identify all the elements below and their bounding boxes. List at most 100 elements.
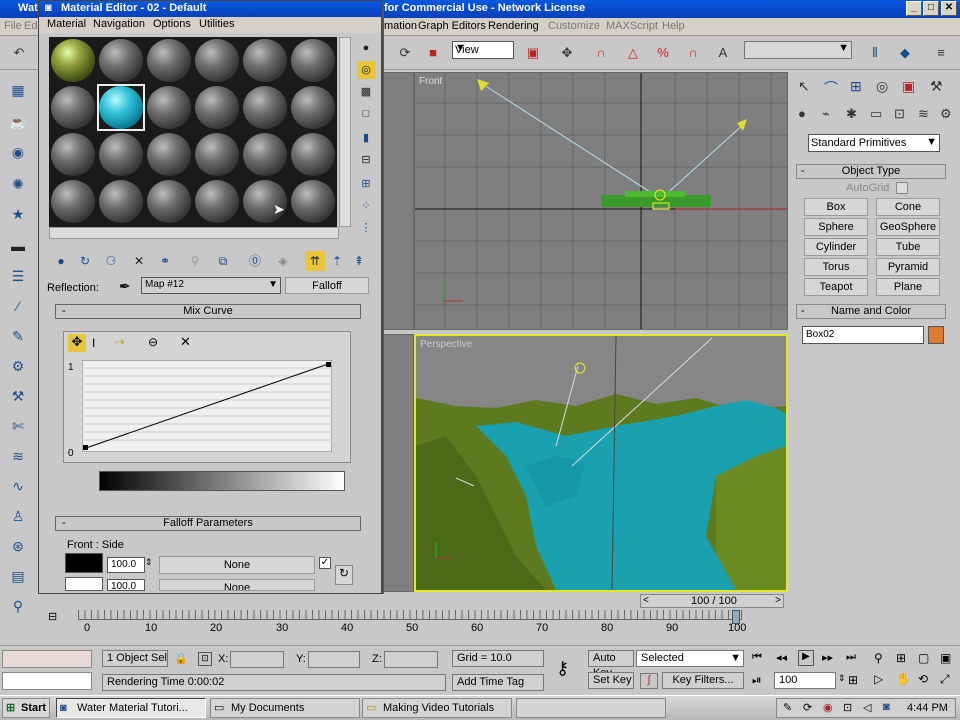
show-end-result-icon[interactable]: ⇈ [305, 251, 325, 271]
warp-icon[interactable]: ∿ [8, 478, 28, 498]
sample-slot-10[interactable] [195, 86, 239, 129]
front-amount-input[interactable]: 100.0 [107, 557, 145, 573]
sample-slot-9[interactable] [147, 86, 191, 129]
camera-icon[interactable]: ▬ [8, 238, 28, 258]
spinner-snap-icon[interactable]: ∩ [682, 42, 704, 64]
map-name-input[interactable]: Map #12 ▼ [141, 277, 281, 294]
box-button[interactable]: Box [804, 198, 868, 216]
absolute-mode-icon[interactable]: ⊡ [198, 652, 212, 666]
cylinder-button[interactable]: Cylinder [804, 238, 868, 256]
modify-tab-icon[interactable]: ⌒ [824, 78, 838, 98]
video-color-check-icon[interactable]: ▮ [357, 129, 375, 147]
slots-hscrollbar[interactable] [49, 227, 339, 239]
sample-slot-14[interactable] [99, 133, 143, 176]
sync-icon[interactable]: ⟳ [803, 701, 812, 714]
select-manipulate-icon[interactable]: ✥ [556, 42, 578, 64]
swap-colors-icon[interactable]: ↻ [335, 565, 353, 585]
time-configuration-icon[interactable]: ⊞ [848, 673, 858, 687]
map-type-button[interactable]: Falloff [285, 277, 369, 294]
make-unique-disabled-icon[interactable]: ⚲ [185, 251, 205, 271]
sample-slot-16[interactable] [195, 133, 239, 176]
mirror-icon[interactable]: ⫴ [864, 42, 886, 64]
select-by-material-icon[interactable]: ⁘ [357, 197, 375, 215]
pen-icon[interactable]: ✎ [783, 701, 792, 714]
set-key-button[interactable]: Set Key [588, 672, 634, 689]
snap-3d-icon[interactable]: ∩ [590, 42, 612, 64]
add-point-icon[interactable]: ⇢ [114, 334, 125, 350]
reactor-icon[interactable]: ⊛ [8, 538, 28, 558]
time-slider-next-icon[interactable]: > [775, 595, 781, 606]
named-selection-sets[interactable]: ▼ [744, 41, 852, 59]
previous-frame-icon[interactable]: ◂◂ [776, 651, 787, 664]
object-name-input[interactable]: Box02 [802, 326, 924, 344]
menu-maxscript[interactable]: MAXScript [606, 20, 658, 32]
box-icon[interactable]: ▦ [8, 82, 28, 102]
wrench-icon[interactable]: ✄ [8, 418, 28, 438]
material-effects-channel-icon[interactable]: ⓪ [245, 251, 265, 271]
sample-slot-5[interactable] [243, 39, 287, 82]
tube-button[interactable]: Tube [876, 238, 940, 256]
make-preview-icon[interactable]: ⊟ [357, 151, 375, 169]
minimize-button[interactable]: _ [906, 1, 922, 16]
go-forward-to-sibling-icon[interactable]: ⇞ [349, 251, 369, 271]
sphere-icon[interactable]: ◉ [8, 144, 28, 164]
backlight-icon[interactable]: ◎ [357, 61, 375, 79]
menu-utilities[interactable]: Utilities [199, 18, 234, 30]
front-map-checkbox[interactable]: ✓ [319, 557, 331, 569]
default-tangent-icon[interactable]: ∫ [640, 673, 658, 689]
side-map-button[interactable]: None [159, 579, 315, 591]
spinner-icon[interactable]: ⇕ [145, 557, 153, 568]
menu-file[interactable]: File [4, 20, 22, 32]
background-icon[interactable]: ▩ [357, 83, 375, 101]
object-type-rollout[interactable]: - Object Type [796, 164, 946, 179]
top-viewport-partial[interactable] [380, 72, 414, 330]
percent-snap-icon[interactable]: % [652, 42, 674, 64]
tray-app-icon[interactable]: ◙ [883, 701, 890, 713]
cameras-icon[interactable]: ▭ [870, 106, 882, 122]
mix-curve-graph[interactable] [82, 360, 332, 452]
slots-scrollbar[interactable] [339, 37, 351, 227]
helpers-icon[interactable]: ⊡ [894, 106, 905, 122]
material-map-navigator-icon[interactable]: ⋮ [357, 219, 375, 237]
go-to-start-icon[interactable]: ⏮ [752, 651, 762, 664]
star-icon[interactable]: ★ [8, 206, 28, 226]
start-button[interactable]: ⊞ Start [2, 698, 50, 718]
volume-icon[interactable]: ◁ [863, 701, 871, 714]
zoom-extents-icon[interactable]: ▢ [918, 651, 929, 665]
put-to-scene-icon[interactable]: ↻ [75, 251, 95, 271]
side-amount-input[interactable]: 100.0 [107, 579, 145, 591]
wave-icon[interactable]: ≋ [8, 448, 28, 468]
task-water-material[interactable]: ◙ Water Material Tutori... [56, 698, 206, 718]
teapot-icon[interactable]: ☕ [8, 114, 28, 134]
sample-slot-11[interactable] [243, 86, 287, 129]
key-mode-toggle-icon[interactable]: ⏯ [752, 673, 762, 688]
sample-slot-3[interactable] [147, 39, 191, 82]
selected-dropdown[interactable]: Selected ▼ [636, 650, 744, 667]
display-tab-icon[interactable]: ▣ [902, 78, 915, 95]
next-frame-icon[interactable]: ▸▸ [822, 651, 833, 664]
cone-button[interactable]: Cone [876, 198, 940, 216]
front-map-button[interactable]: None [159, 556, 315, 574]
side-color-swatch[interactable] [65, 577, 103, 591]
mix-curve-rollout[interactable]: - Mix Curve [55, 304, 361, 319]
front-viewport[interactable]: Front [414, 72, 788, 330]
current-frame-input[interactable]: 100 [774, 672, 836, 689]
pyramid-button[interactable]: Pyramid [876, 258, 940, 276]
sample-slot-4[interactable] [195, 39, 239, 82]
object-color-swatch[interactable] [928, 326, 944, 344]
make-unique-icon[interactable]: ⚭ [155, 251, 175, 271]
maximize-button[interactable]: □ [923, 1, 939, 16]
scale-point-icon[interactable]: I [92, 336, 95, 350]
sample-slot-17[interactable] [243, 133, 287, 176]
gear-icon[interactable]: ⚙ [8, 358, 28, 378]
teapot-button[interactable]: Teapot [804, 278, 868, 296]
create-tab-icon[interactable]: ↖ [798, 78, 810, 95]
tool-icon[interactable]: ⚒ [8, 388, 28, 408]
close-button[interactable]: ✕ [941, 1, 957, 16]
wrench-tool-icon[interactable]: ⚲ [8, 598, 28, 618]
geosphere-button[interactable]: GeoSphere [876, 218, 940, 236]
sample-slot-21[interactable] [147, 180, 191, 223]
document-icon[interactable]: ▤ [8, 568, 28, 588]
x-coordinate-input[interactable] [230, 651, 284, 668]
systems-icon[interactable]: ⚙ [940, 106, 952, 122]
